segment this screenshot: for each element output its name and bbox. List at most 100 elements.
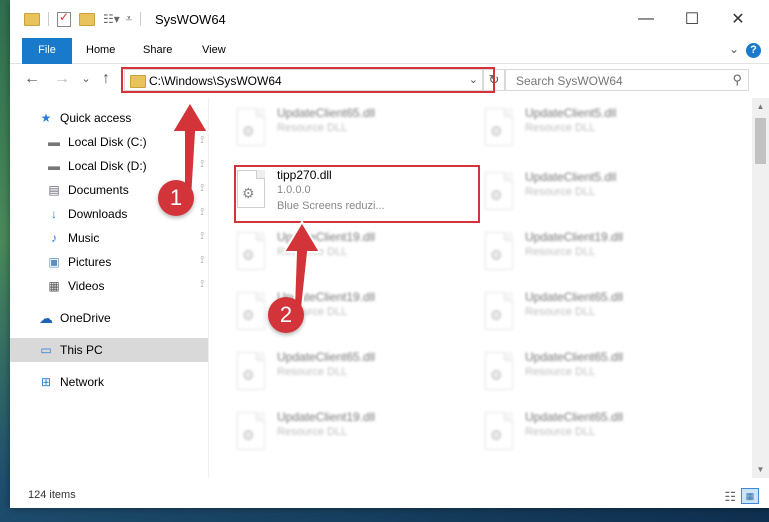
customize-toolbar-icon[interactable]: ☷▾ bbox=[103, 12, 120, 26]
list-item[interactable]: ⚙ UpdateClient65.dll Resource DLL bbox=[477, 404, 712, 460]
folder-icon bbox=[24, 12, 40, 26]
file-name: UpdateClient5.dll bbox=[525, 170, 617, 184]
list-item[interactable]: ⚙ UpdateClient19.dll Resource DLL bbox=[229, 284, 464, 340]
vertical-scrollbar[interactable]: ▲ ▼ bbox=[752, 98, 769, 478]
pin-icon[interactable]: ⟟ bbox=[200, 255, 204, 266]
dll-file-icon: ⚙ bbox=[237, 232, 265, 270]
scroll-thumb[interactable] bbox=[755, 118, 766, 164]
maximize-button[interactable]: ☐ bbox=[669, 6, 715, 32]
file-description: Resource DLL bbox=[277, 366, 348, 378]
dll-file-icon: ⚙ bbox=[237, 412, 265, 450]
new-folder-icon[interactable] bbox=[79, 12, 95, 26]
search-input[interactable] bbox=[514, 73, 718, 89]
file-description: Resource DLL bbox=[525, 246, 596, 258]
file-name: UpdateClient19.dll bbox=[277, 410, 376, 424]
sidebar-item-label: Local Disk (C:) bbox=[68, 135, 147, 149]
sidebar-item-this-pc[interactable]: ▭ This PC bbox=[10, 338, 208, 362]
dll-file-icon: ⚙ bbox=[237, 292, 265, 330]
details-view-icon[interactable]: ☷ bbox=[724, 489, 736, 505]
dll-file-icon: ⚙ bbox=[485, 108, 513, 146]
title-bar: ☷▾ ⩡ SysWOW64 — ☐ ✕ bbox=[10, 0, 769, 38]
item-count: 124 items bbox=[28, 489, 76, 501]
sidebar-item-label: Downloads bbox=[68, 207, 128, 221]
ribbon: File Home Share View ⌄ ? bbox=[10, 38, 769, 94]
sidebar-item-network[interactable]: ⊞ Network bbox=[10, 370, 208, 394]
toolbar-divider bbox=[48, 12, 49, 26]
sidebar-item-onedrive[interactable]: ☁ OneDrive bbox=[10, 306, 208, 330]
back-button[interactable]: ← bbox=[22, 70, 42, 88]
file-name: UpdateClient65.dll bbox=[525, 290, 624, 304]
address-highlight-box bbox=[121, 67, 495, 93]
list-item[interactable]: ⚙ UpdateClient65.dll Resource DLL bbox=[229, 344, 464, 400]
sidebar-item-label: Quick access bbox=[60, 111, 132, 125]
ribbon-expand-icon[interactable]: ⌄ bbox=[729, 42, 739, 56]
dll-file-icon: ⚙ bbox=[237, 108, 265, 146]
pin-icon[interactable]: ⟟ bbox=[200, 231, 204, 242]
sidebar-item-label: Network bbox=[60, 375, 105, 389]
sidebar-item-label: This PC bbox=[60, 343, 103, 357]
step-badge-2: 2 bbox=[268, 297, 304, 333]
list-item[interactable]: ⚙ UpdateClient65.dll Resource DLL bbox=[229, 100, 464, 156]
file-name: UpdateClient65.dll bbox=[277, 106, 376, 120]
close-button[interactable]: ✕ bbox=[715, 6, 761, 32]
file-description: Resource DLL bbox=[525, 186, 596, 198]
star-icon: ★ bbox=[40, 111, 52, 125]
computer-icon: ▭ bbox=[40, 343, 52, 357]
tab-view[interactable]: View bbox=[200, 38, 228, 63]
toolbar-dropdown-icon[interactable]: ⩡ bbox=[126, 13, 132, 26]
forward-button[interactable]: → bbox=[52, 70, 72, 88]
list-item[interactable]: ⚙ UpdateClient65.dll Resource DLL bbox=[477, 344, 712, 400]
step-badge-1: 1 bbox=[158, 180, 194, 216]
quick-access-toolbar: ☷▾ ⩡ bbox=[24, 10, 149, 28]
navigation-bar: ← → ⌄ ↑ C:\Windows\SysWOW64 ⌄ ↻ ⚲ bbox=[10, 64, 769, 98]
help-icon[interactable]: ? bbox=[746, 43, 761, 58]
drive-icon: ▬ bbox=[48, 159, 60, 173]
recent-locations-button[interactable]: ⌄ bbox=[76, 72, 96, 85]
sidebar-item-label: Music bbox=[68, 231, 100, 245]
downloads-icon: ↓ bbox=[51, 207, 57, 221]
file-highlight-box bbox=[234, 165, 480, 223]
cloud-icon: ☁ bbox=[39, 309, 53, 326]
list-item[interactable]: ⚙ UpdateClient19.dll Resource DLL bbox=[477, 224, 712, 280]
minimize-button[interactable]: — bbox=[623, 6, 669, 32]
list-item[interactable]: ⚙ UpdateClient65.dll Resource DLL bbox=[477, 284, 712, 340]
videos-icon: ▦ bbox=[48, 279, 60, 293]
file-name: UpdateClient65.dll bbox=[525, 410, 624, 424]
pin-icon[interactable]: ⟟ bbox=[200, 207, 204, 218]
sidebar-item-label: OneDrive bbox=[60, 311, 111, 325]
tab-share[interactable]: Share bbox=[141, 38, 174, 63]
file-description: Resource DLL bbox=[525, 426, 596, 438]
dll-file-icon: ⚙ bbox=[485, 412, 513, 450]
search-icon[interactable]: ⚲ bbox=[732, 72, 742, 88]
sidebar-item-music[interactable]: ♪ Music ⟟ bbox=[10, 226, 208, 250]
explorer-window: ☷▾ ⩡ SysWOW64 — ☐ ✕ File Home Share View… bbox=[10, 0, 769, 508]
file-description: Resource DLL bbox=[277, 426, 348, 438]
dll-file-icon: ⚙ bbox=[485, 292, 513, 330]
properties-icon[interactable] bbox=[57, 10, 71, 27]
network-icon: ⊞ bbox=[40, 375, 52, 389]
file-description: Resource DLL bbox=[525, 366, 596, 378]
drive-icon: ▬ bbox=[48, 135, 60, 149]
tab-home[interactable]: Home bbox=[84, 38, 117, 63]
dll-file-icon: ⚙ bbox=[485, 232, 513, 270]
sidebar-item-pictures[interactable]: ▣ Pictures ⟟ bbox=[10, 250, 208, 274]
music-icon: ♪ bbox=[51, 231, 57, 245]
sidebar-item-label: Videos bbox=[68, 279, 105, 293]
search-box[interactable]: ⚲ bbox=[505, 69, 749, 91]
sidebar-item-label: Pictures bbox=[68, 255, 112, 269]
scroll-up-icon[interactable]: ▲ bbox=[752, 98, 769, 115]
list-item[interactable]: ⚙ UpdateClient5.dll Resource DLL bbox=[477, 100, 712, 156]
status-bar: 124 items ☷ ▦ bbox=[10, 486, 769, 508]
list-item[interactable]: ⚙ UpdateClient19.dll Resource DLL bbox=[229, 404, 464, 460]
tiles-view-icon[interactable]: ▦ bbox=[741, 488, 759, 504]
pin-icon[interactable]: ⟟ bbox=[200, 279, 204, 290]
sidebar-item-videos[interactable]: ▦ Videos ⟟ bbox=[10, 274, 208, 298]
file-description: Resource DLL bbox=[277, 122, 348, 134]
file-description: Resource DLL bbox=[525, 306, 596, 318]
list-item[interactable]: ⚙ UpdateClient19.dll Resource DLL bbox=[229, 224, 464, 280]
up-button[interactable]: ↑ bbox=[96, 70, 116, 88]
file-name: UpdateClient19.dll bbox=[525, 230, 624, 244]
window-title: SysWOW64 bbox=[155, 12, 226, 27]
scroll-down-icon[interactable]: ▼ bbox=[752, 461, 769, 478]
list-item[interactable]: ⚙ UpdateClient5.dll Resource DLL bbox=[477, 164, 712, 220]
